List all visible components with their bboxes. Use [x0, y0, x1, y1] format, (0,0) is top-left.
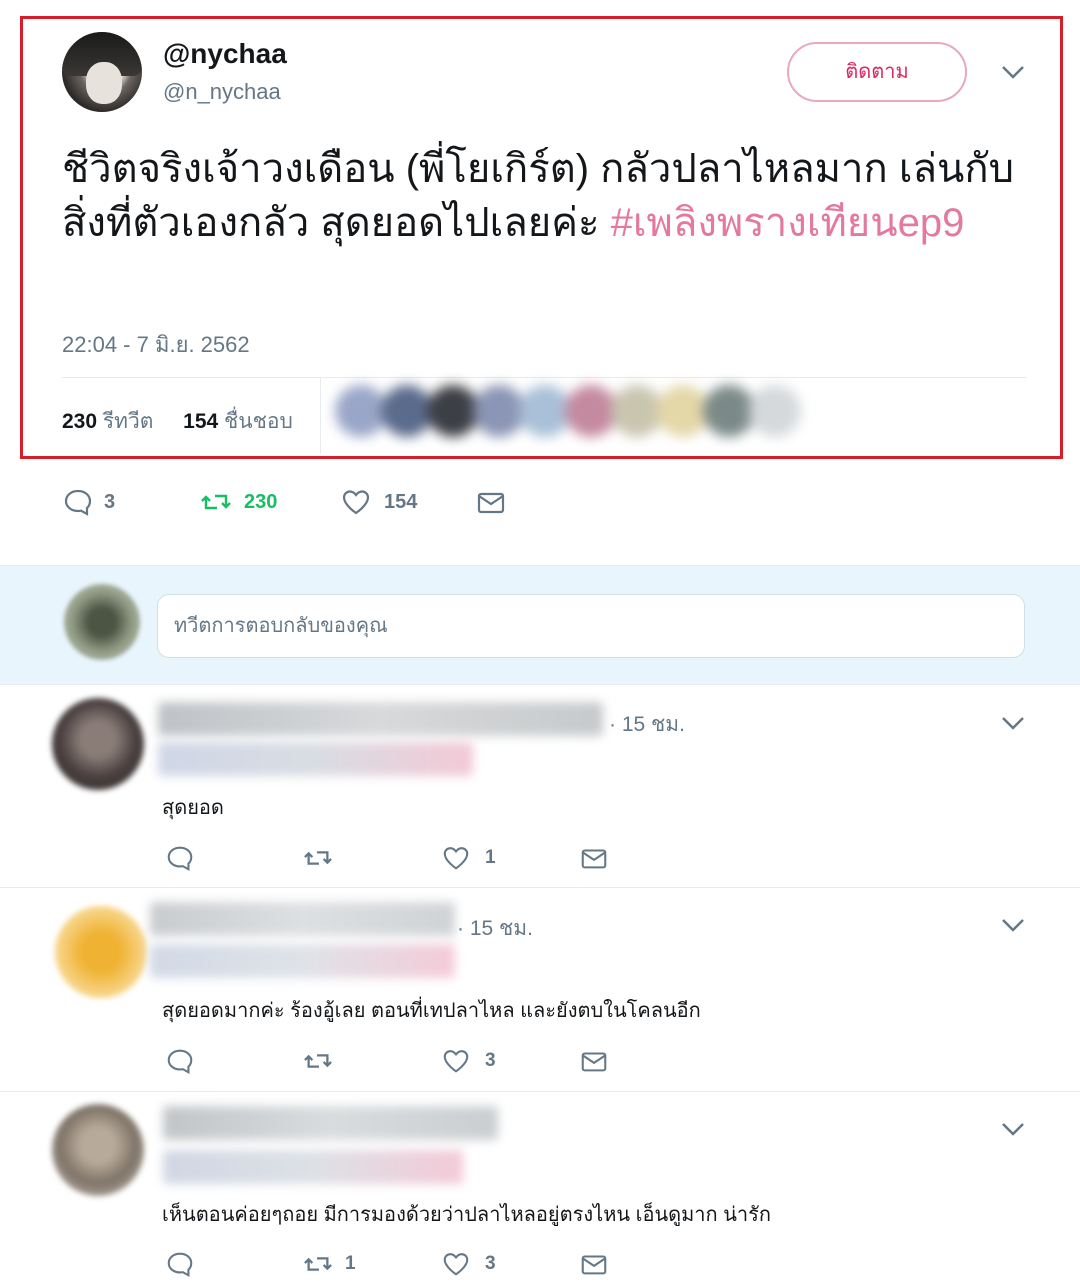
- reply-avatar[interactable]: [55, 906, 147, 998]
- like-action[interactable]: 1: [441, 843, 579, 873]
- dm-action[interactable]: [579, 1046, 609, 1076]
- chevron-down-icon[interactable]: [998, 711, 1028, 735]
- divider: [320, 378, 321, 454]
- author-avatar[interactable]: [62, 32, 142, 112]
- like-action[interactable]: 154: [340, 486, 475, 518]
- reply-item[interactable]: เห็นตอนค่อยๆถอย มีการมองด้วยว่าปลาไหลอยู…: [0, 1092, 1080, 1286]
- reply-author-name[interactable]: [163, 1106, 498, 1140]
- tweet-timestamp[interactable]: 22:04 - 7 มิ.ย. 2562: [62, 327, 250, 362]
- reply-action-bar: 1: [165, 838, 609, 878]
- retweet-count: 230: [244, 490, 278, 513]
- reply-count: 3: [104, 490, 116, 513]
- chevron-down-icon[interactable]: [998, 913, 1028, 937]
- reply-icon: [64, 489, 92, 516]
- reply-author-name[interactable]: [158, 702, 603, 736]
- dm-action[interactable]: [475, 486, 507, 518]
- retweet-action[interactable]: 1: [303, 1249, 441, 1279]
- like-stat-count[interactable]: 154: [183, 410, 218, 433]
- tweet-stats: 230 รีทวีต 154 ชื่นชอบ: [62, 405, 293, 438]
- reply-avatar[interactable]: [52, 1104, 144, 1196]
- reply-action[interactable]: [165, 1046, 303, 1076]
- follow-button[interactable]: ติดตาม: [787, 42, 967, 102]
- reply-action-bar: 1 3: [165, 1244, 609, 1284]
- reply-timestamp[interactable]: · 15 ชม.: [609, 708, 685, 741]
- retweet-icon: [304, 1054, 332, 1068]
- like-count: 1: [485, 847, 496, 868]
- heart-icon: [443, 1253, 469, 1276]
- like-action[interactable]: 3: [441, 1249, 579, 1279]
- retweet-stat-label[interactable]: รีทวีต: [103, 410, 154, 433]
- like-count: 154: [384, 490, 418, 513]
- hashtag-link[interactable]: #เพลิงพรางเทียนep9: [611, 201, 965, 245]
- like-action[interactable]: 3: [441, 1046, 579, 1076]
- tweet-action-bar: 3 230 154: [62, 480, 507, 524]
- retweet-stat-count[interactable]: 230: [62, 410, 97, 433]
- chevron-down-icon[interactable]: [998, 1117, 1028, 1141]
- retweet-icon: [304, 1257, 332, 1271]
- liker-avatars[interactable]: [335, 385, 801, 445]
- author-handle[interactable]: @n_nychaa: [163, 79, 281, 105]
- like-count: 3: [485, 1050, 496, 1071]
- reply-input[interactable]: ทวีตการตอบกลับของคุณ: [157, 594, 1025, 658]
- envelope-icon: [581, 849, 607, 869]
- retweet-action[interactable]: [303, 1046, 441, 1076]
- heart-icon: [342, 490, 370, 515]
- retweet-icon: [201, 494, 231, 510]
- reply-text: สุดยอด: [162, 797, 224, 819]
- viewer-avatar[interactable]: [64, 584, 140, 660]
- envelope-icon: [477, 492, 505, 514]
- reply-compose-area: ทวีตการตอบกลับของคุณ: [0, 565, 1080, 685]
- reply-action[interactable]: [165, 1249, 303, 1279]
- reply-item[interactable]: · 15 ชม. สุดยอด 1: [0, 686, 1080, 888]
- like-count: 3: [485, 1253, 496, 1274]
- retweet-icon: [304, 851, 332, 865]
- reply-icon: [167, 1049, 193, 1074]
- like-stat-label[interactable]: ชื่นชอบ: [224, 410, 293, 433]
- retweet-action[interactable]: 230: [200, 486, 340, 518]
- divider: [62, 377, 1027, 378]
- reply-action[interactable]: [165, 843, 303, 873]
- envelope-icon: [581, 1052, 607, 1072]
- retweet-count: 1: [345, 1253, 356, 1274]
- reply-icon: [167, 846, 193, 871]
- reply-action[interactable]: 3: [62, 486, 200, 518]
- author-display-name[interactable]: @nychaa: [163, 38, 287, 70]
- envelope-icon: [581, 1255, 607, 1275]
- chevron-down-icon[interactable]: [998, 60, 1028, 84]
- heart-icon: [443, 1050, 469, 1073]
- tweet-text: ชีวิตจริงเจ้าวงเดือน (พี่โยเกิร์ต) กลัวป…: [62, 142, 1022, 250]
- dm-action[interactable]: [579, 1249, 609, 1279]
- reply-author-name[interactable]: [150, 902, 455, 936]
- retweet-action[interactable]: [303, 843, 441, 873]
- reply-to-handle[interactable]: [158, 742, 473, 776]
- reply-text: สุดยอดมากค่ะ ร้องอู้เลย ตอนที่เทปลาไหล แ…: [162, 1000, 701, 1022]
- reply-timestamp[interactable]: · 15 ชม.: [457, 912, 533, 945]
- reply-action-bar: 3: [165, 1041, 609, 1081]
- reply-icon: [167, 1252, 193, 1277]
- reply-to-handle[interactable]: [150, 944, 455, 978]
- reply-item[interactable]: · 15 ชม. สุดยอดมากค่ะ ร้องอู้เลย ตอนที่เ…: [0, 888, 1080, 1092]
- reply-to-handle[interactable]: [163, 1150, 463, 1184]
- reply-text: เห็นตอนค่อยๆถอย มีการมองด้วยว่าปลาไหลอยู…: [162, 1204, 771, 1226]
- dm-action[interactable]: [579, 843, 609, 873]
- heart-icon: [443, 847, 469, 870]
- reply-avatar[interactable]: [52, 698, 144, 790]
